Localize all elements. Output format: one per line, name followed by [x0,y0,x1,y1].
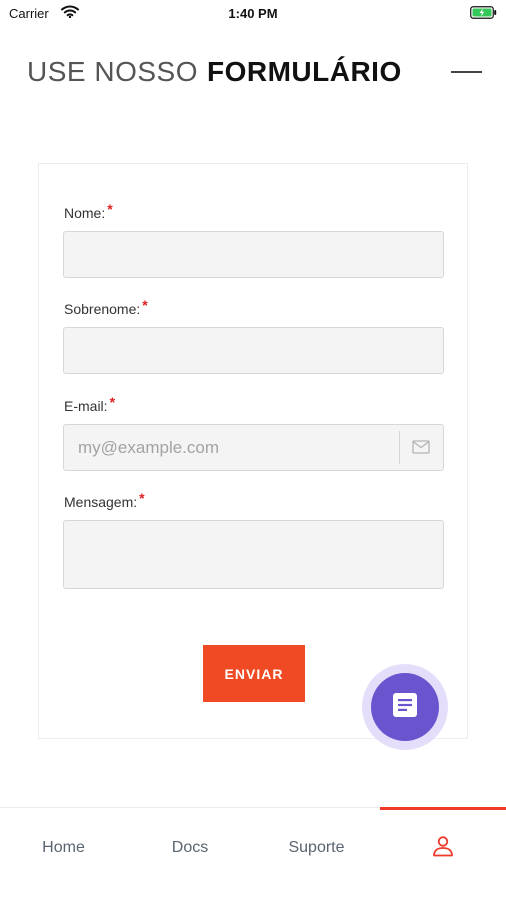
message-textarea[interactable] [63,520,444,589]
submit-button[interactable]: ENVIAR [203,645,305,702]
required-mark: * [109,394,116,410]
email-field-divider [399,431,400,464]
required-mark: * [107,201,113,217]
nav-tab-docs-label: Docs [171,839,209,856]
first-name-label: Nome: * [64,201,113,221]
nav-tab-home-label: Home [42,839,85,856]
last-name-label-text: Sobrenome: [64,301,141,317]
email-input[interactable] [63,424,444,471]
required-mark: * [139,490,145,506]
nav-tab-docs[interactable]: Docs [127,808,253,888]
bottom-navigation: Home Docs Suporte [0,807,506,901]
header-dash-decoration [451,71,482,73]
nav-tab-support-label: Suporte [288,839,345,856]
page-title-bold: FORMULÁRIO [206,56,402,87]
email-label: E-mail: * [64,394,115,414]
email-label-text: E-mail: [64,398,108,414]
required-mark: * [142,297,148,313]
page-title: USE NOSSO FORMULÁRIO [27,55,402,89]
status-bar: Carrier 1:40 PM [0,0,506,26]
status-time: 1:40 PM [228,6,278,21]
nav-tab-support[interactable]: Suporte [253,808,380,888]
last-name-label: Sobrenome: * [64,297,148,317]
message-label: Mensagem: * [64,490,145,510]
message-label-text: Mensagem: [64,494,138,510]
first-name-label-text: Nome: [64,205,106,221]
contact-form-card: Nome:* Sobrenome:* E-mail:* Mensagem:* E… [38,163,468,739]
nav-tab-home[interactable]: Home [0,808,127,888]
mail-icon [412,440,430,459]
page-title-light: USE NOSSO [27,56,198,87]
document-icon [391,691,419,724]
chat-fab-button[interactable] [371,673,439,741]
battery-charging-icon [470,6,497,24]
email-field [63,424,444,471]
user-icon [432,835,454,862]
nav-tab-profile[interactable] [380,808,506,888]
last-name-input[interactable] [63,327,444,374]
first-name-input[interactable] [63,231,444,278]
